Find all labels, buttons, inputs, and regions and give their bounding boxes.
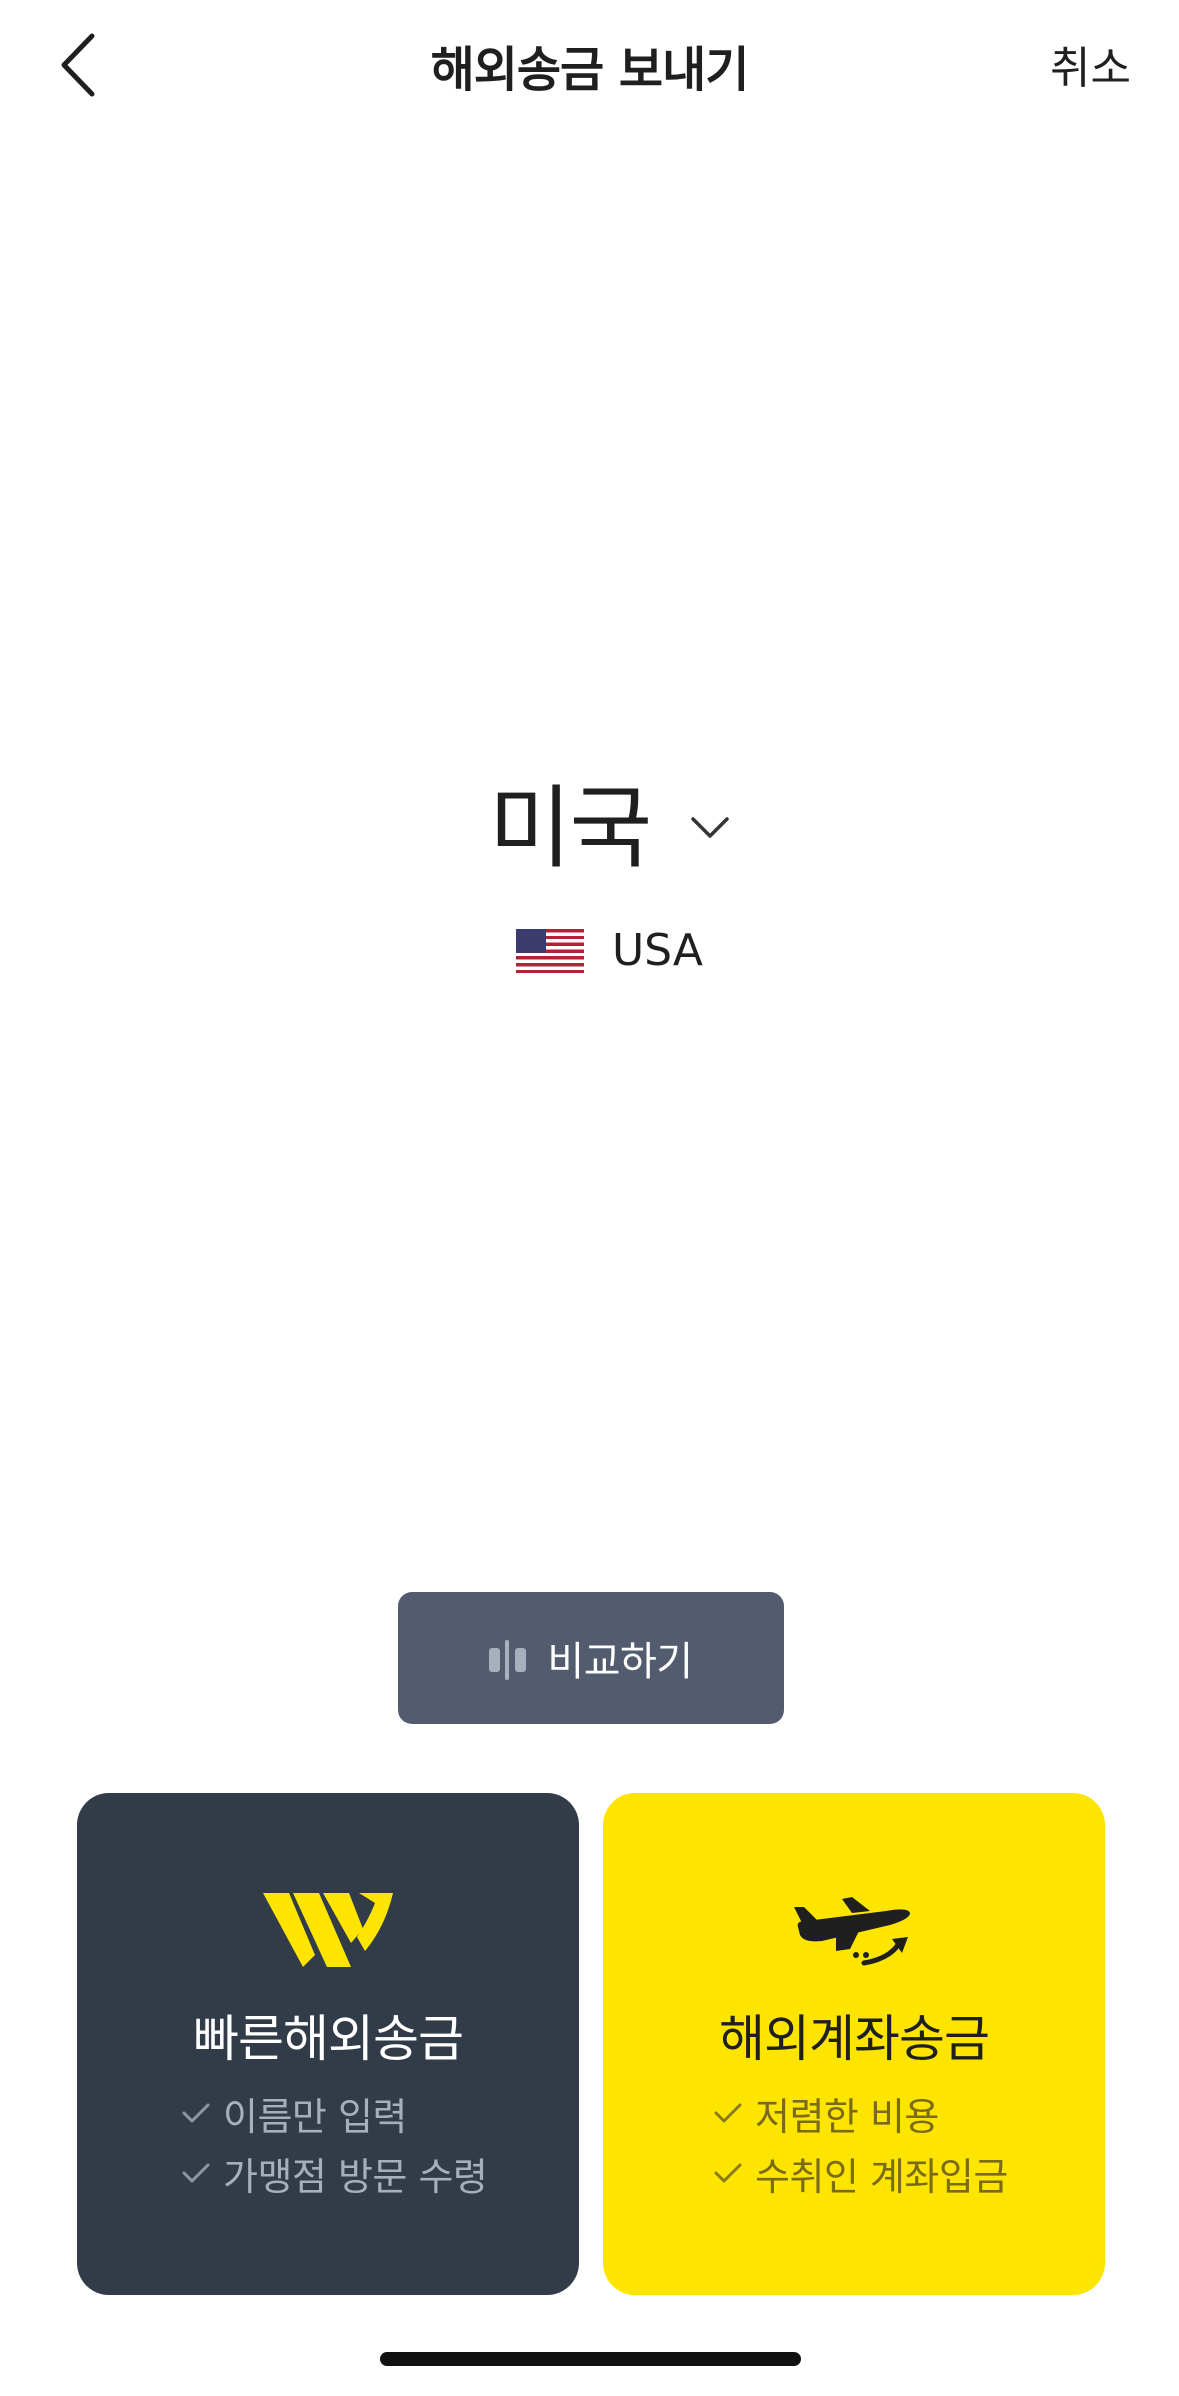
check-icon xyxy=(714,2103,742,2123)
page-title: 해외송금 보내기 xyxy=(430,42,750,98)
feature-list: 저렴한 비용 수취인 계좌입금 xyxy=(713,2083,1008,2203)
feature-item: 저렴한 비용 xyxy=(713,2083,1008,2143)
feature-list: 이름만 입력 가맹점 방문 수령 xyxy=(181,2083,488,2203)
card-title: 해외계좌송금 xyxy=(719,2010,990,2068)
chevron-down-icon xyxy=(691,817,730,838)
feature-label: 가맹점 방문 수령 xyxy=(223,2154,488,2199)
check-icon xyxy=(182,2103,210,2123)
us-flag-icon xyxy=(515,928,584,973)
country-selector[interactable]: 미국 xyxy=(489,755,731,885)
feature-label: 수취인 계좌입금 xyxy=(755,2154,1008,2199)
w-logo-icon xyxy=(263,1893,393,1967)
feature-label: 이름만 입력 xyxy=(223,2094,407,2139)
feature-item: 수취인 계좌입금 xyxy=(713,2143,1008,2203)
airplane-icon xyxy=(794,1897,910,1966)
nav-bar: 해외송금 보내기 취소 xyxy=(0,0,1179,140)
feature-item: 이름만 입력 xyxy=(181,2083,487,2143)
compare-label: 비교하기 xyxy=(547,1639,693,1685)
card-title: 빠른해외송금 xyxy=(193,2010,464,2068)
compare-bars-icon xyxy=(489,1640,527,1680)
country-name: 미국 xyxy=(488,776,653,881)
compare-button[interactable]: 비교하기 xyxy=(398,1592,784,1724)
country-code-row: USA xyxy=(40,925,1179,976)
home-indicator xyxy=(380,2352,801,2366)
feature-label: 저렴한 비용 xyxy=(755,2094,939,2139)
feature-item: 가맹점 방문 수령 xyxy=(181,2143,488,2203)
account-remittance-card[interactable]: 해외계좌송금 저렴한 비용 수취인 계좌입금 xyxy=(603,1793,1105,2295)
cancel-button[interactable]: 취소 xyxy=(1050,32,1131,96)
check-icon xyxy=(714,2163,742,2183)
country-section: 미국 USA xyxy=(0,755,1179,976)
fast-remittance-card[interactable]: 빠른해외송금 이름만 입력 가맹점 방문 수령 xyxy=(77,1793,579,2295)
check-icon xyxy=(182,2163,210,2183)
country-code: USA xyxy=(611,925,704,976)
